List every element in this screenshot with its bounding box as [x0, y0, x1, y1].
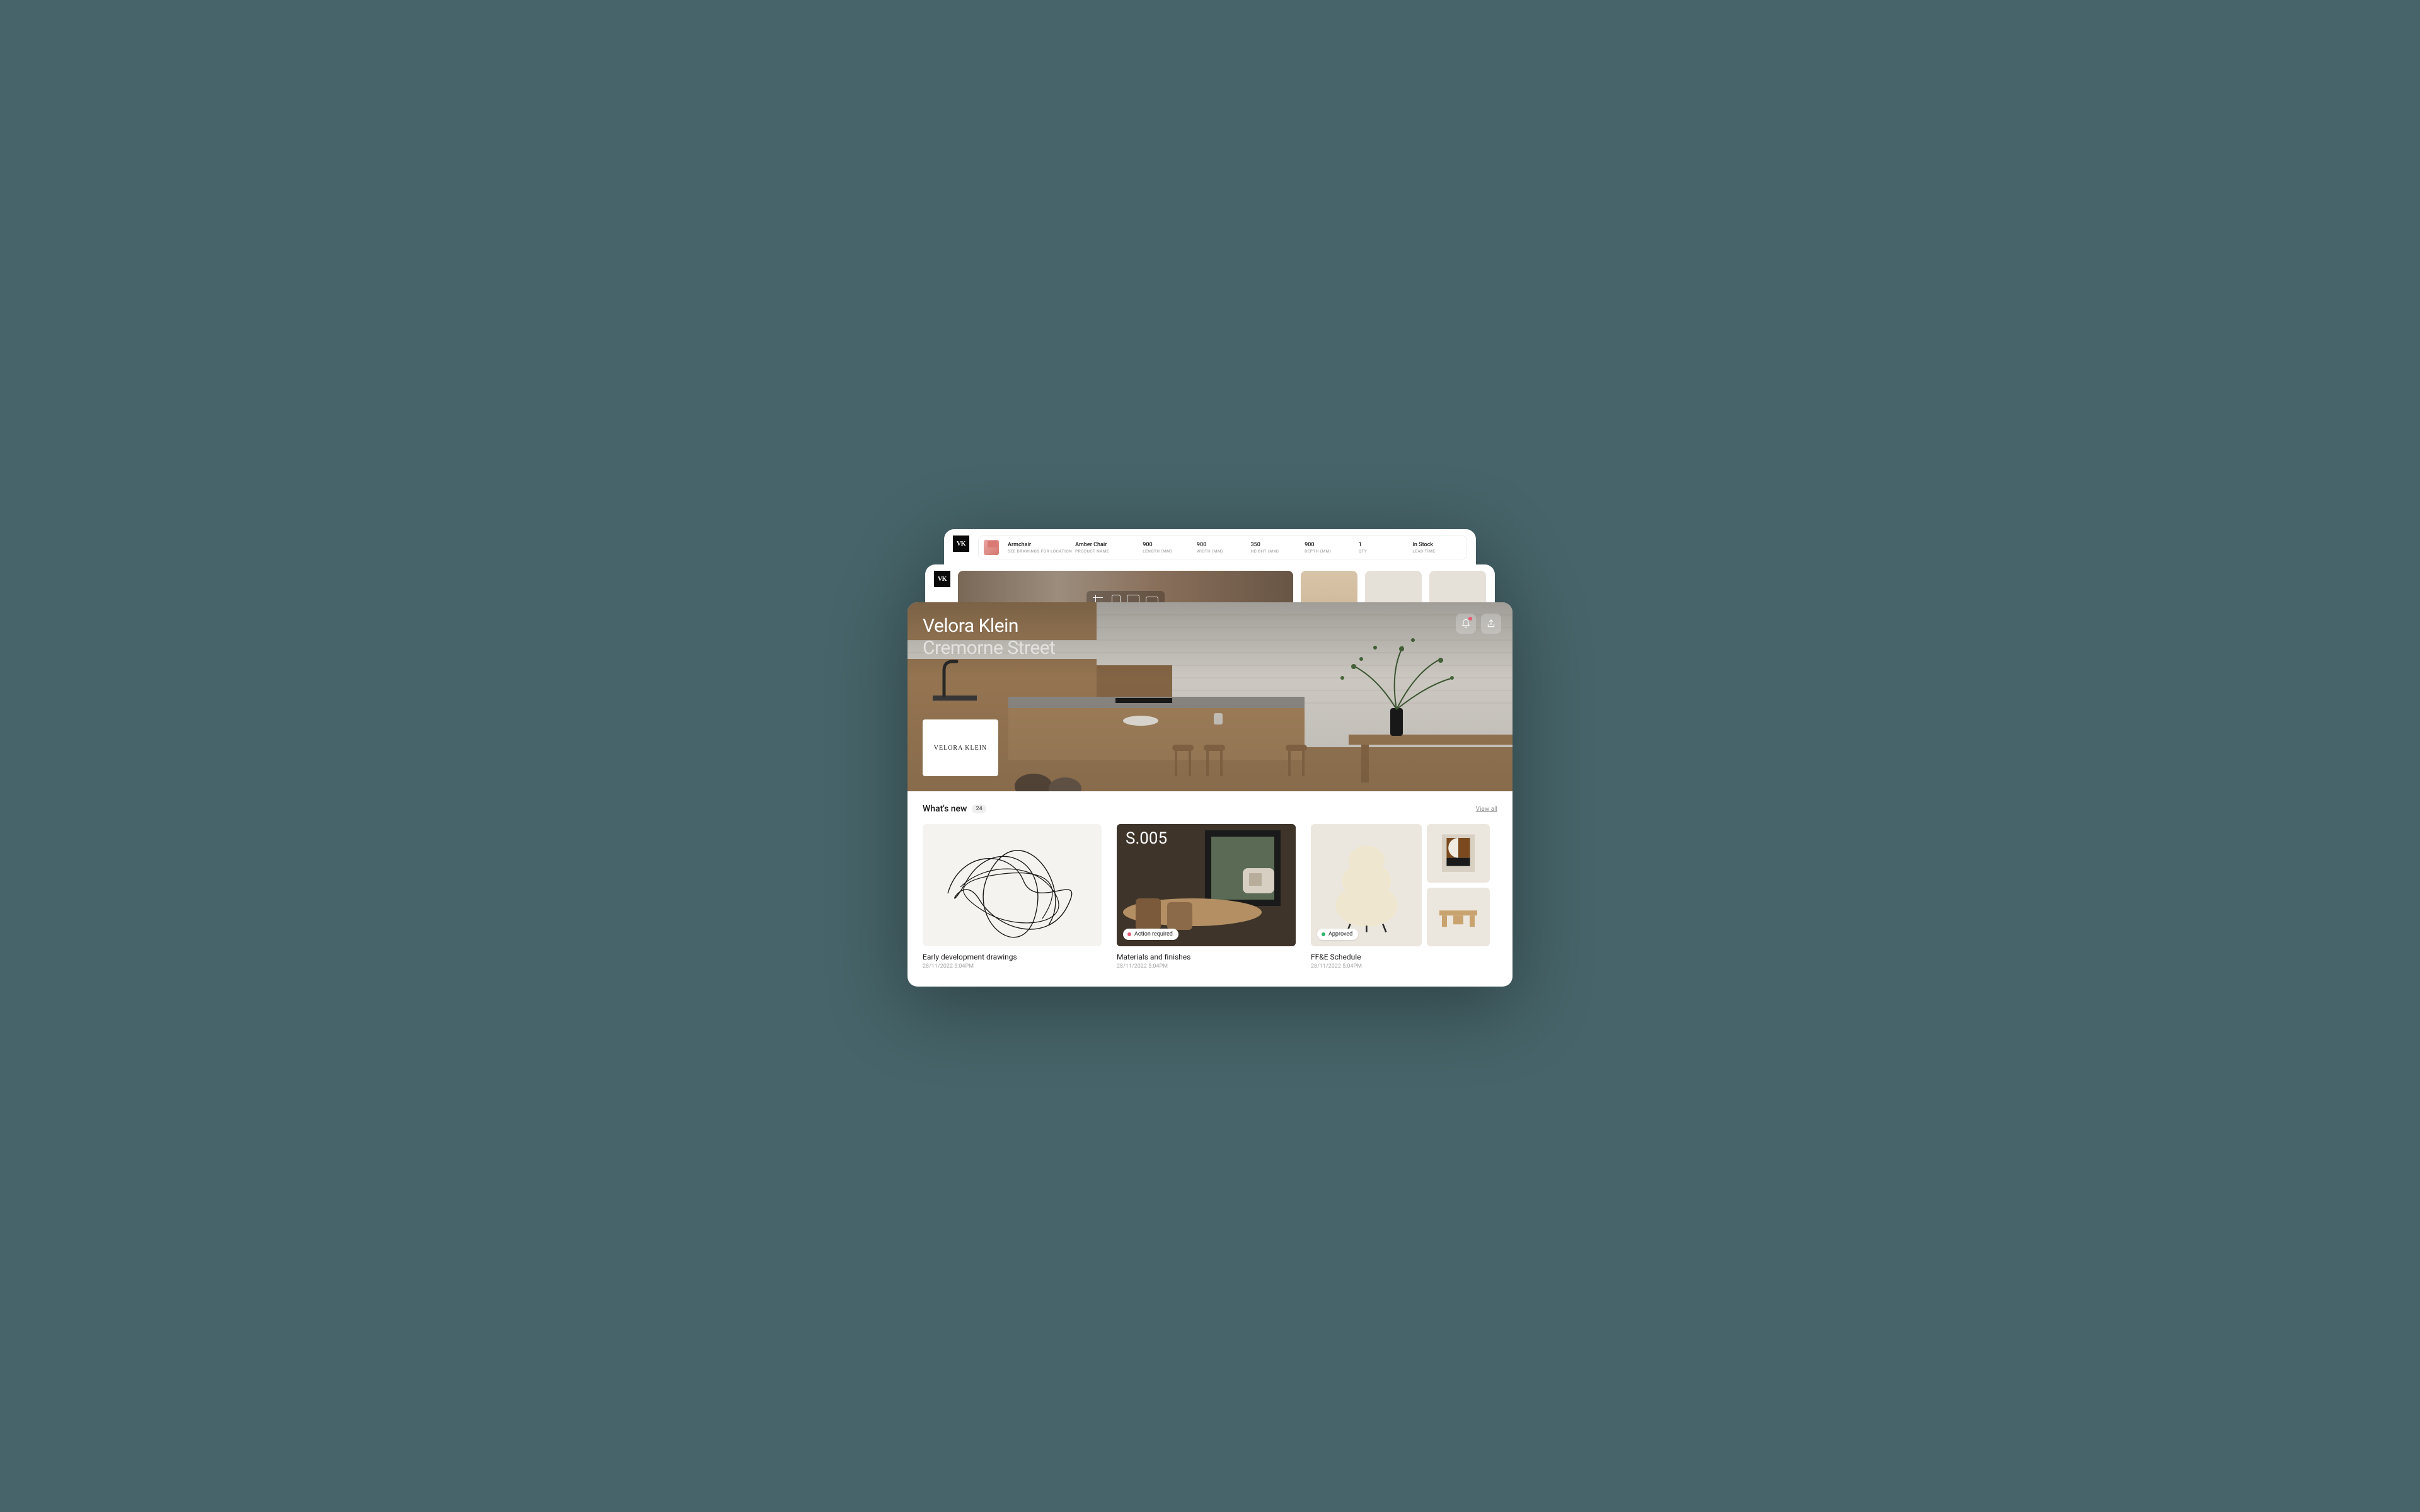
spec-value: 900 — [1143, 542, 1188, 548]
artwork-icon — [1433, 830, 1484, 876]
spec-label: QTY — [1359, 549, 1404, 554]
whats-new-card[interactable]: Approved — [1311, 824, 1490, 970]
project-dashboard-card: Velora Klein Cremorne Street VELORA KLEI… — [908, 602, 1512, 987]
spec-value: Amber Chair — [1075, 542, 1134, 548]
spec-value: 900 — [1305, 542, 1350, 548]
view-all-link[interactable]: View all — [1476, 806, 1497, 813]
status-pill: Approved — [1317, 929, 1358, 940]
share-button[interactable] — [1481, 614, 1501, 634]
status-pill: Action required — [1123, 929, 1178, 940]
thumbnail-tile: Approved — [1311, 824, 1422, 946]
section-title: What's new — [923, 804, 967, 814]
whats-new-section: What's new 24 View all Early development… — [908, 791, 1512, 985]
card-title: FF&E Schedule — [1311, 953, 1490, 961]
card-timestamp: 28/11/2022 5:04PM — [1311, 963, 1490, 970]
spec-label: HEIGHT (MM) — [1250, 549, 1296, 554]
status-dot-icon — [1127, 932, 1131, 936]
card-title: Materials and finishes — [1117, 953, 1296, 961]
whats-new-card[interactable]: Early development drawings 28/11/2022 5:… — [923, 824, 1102, 970]
overlay-code: S.005 — [1126, 829, 1167, 848]
hero-banner: Velora Klein Cremorne Street VELORA KLEI… — [908, 602, 1512, 791]
notification-dot-icon — [1468, 617, 1472, 621]
spec-value: 350 — [1250, 542, 1296, 548]
spec-value: In Stock — [1412, 542, 1458, 548]
scribble-icon — [923, 824, 1102, 946]
card-thumbnail — [923, 824, 1102, 946]
thumbnail-tile — [1427, 824, 1490, 883]
spec-label: LENGTH (MM) — [1143, 549, 1188, 554]
card-timestamp: 28/11/2022 5:04PM — [923, 963, 1102, 970]
table-icon — [1433, 893, 1484, 940]
thumbnail-tile — [1427, 888, 1490, 946]
brand-card: VELORA KLEIN — [923, 719, 998, 776]
status-dot-icon — [1322, 932, 1325, 936]
spec-label: WIDTH (MM) — [1197, 549, 1242, 554]
spec-value: 1 — [1359, 542, 1404, 548]
card-thumbnail-grid: Approved — [1311, 824, 1490, 946]
spec-value: 900 — [1197, 542, 1242, 548]
share-icon — [1486, 619, 1496, 629]
spec-label: PRODUCT NAME — [1075, 549, 1134, 554]
notifications-button[interactable] — [1456, 614, 1476, 634]
spec-label: DEPTH (MM) — [1305, 549, 1350, 554]
lamp-icon — [1322, 836, 1411, 934]
card-title: Early development drawings — [923, 953, 1102, 961]
whats-new-card[interactable]: S.005 Action required Materials and fini… — [1117, 824, 1296, 970]
card-thumbnail: S.005 Action required — [1117, 824, 1296, 946]
brand-monogram: VK — [953, 536, 969, 552]
studio-name: Velora Klein — [923, 615, 1055, 637]
spec-row[interactable]: ArmchairSEE DRAWINGS FOR LOCATION Amber … — [978, 536, 1467, 559]
status-label: Approved — [1328, 931, 1352, 937]
spec-label: SEE DRAWINGS FOR LOCATION — [1008, 549, 1066, 554]
card-timestamp: 28/11/2022 5:04PM — [1117, 963, 1296, 970]
product-thumbnail — [984, 540, 999, 555]
spec-value: Armchair — [1008, 542, 1066, 548]
status-label: Action required — [1134, 931, 1173, 937]
project-name: Cremorne Street — [923, 637, 1055, 659]
spec-label: LEAD TIME — [1412, 549, 1458, 554]
brand-card-text: VELORA KLEIN — [934, 745, 988, 752]
count-badge: 24 — [972, 805, 986, 813]
brand-monogram: VK — [934, 571, 950, 587]
